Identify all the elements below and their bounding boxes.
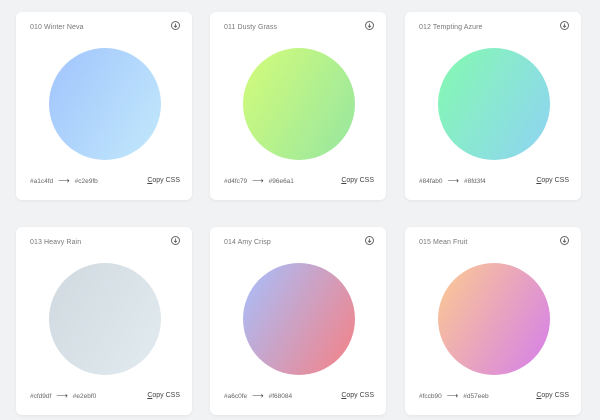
color-from: #84fab0 [419,177,443,185]
gradient-name: 010 Winter Neva [30,24,84,31]
download-icon[interactable] [171,21,180,30]
gradient-card: 014 Amy Crisp #a6c0fe ⟶ #f68084 Copy CSS [210,227,386,415]
gradient-card: 010 Winter Neva #a1c4fd ⟶ #c2e9fb Copy C… [16,12,192,200]
color-from: #d4fc79 [224,177,248,185]
arrow-right-icon: ⟶ [252,176,264,185]
gradient-card: 013 Heavy Rain #cfd9df ⟶ #e2ebf0 Copy CS… [16,227,192,415]
gradient-name: 011 Dusty Grass [224,24,278,31]
download-icon[interactable] [560,236,569,245]
color-codes: #cfd9df ⟶ #e2ebf0 [30,392,96,400]
gradient-preview[interactable] [49,263,161,375]
copy-css-button[interactable]: Copy CSS [341,392,374,399]
gradient-preview[interactable] [243,263,355,375]
gradient-card: 015 Mean Fruit #fccb90 ⟶ #d57eeb Copy CS… [405,227,581,415]
color-from: #a6c0fe [224,392,248,400]
copy-css-button[interactable]: Copy CSS [536,177,569,184]
gradient-card: 011 Dusty Grass #d4fc79 ⟶ #96e6a1 Copy C… [210,12,386,200]
gradient-name: 014 Amy Crisp [224,239,271,246]
download-icon[interactable] [560,21,569,30]
download-icon[interactable] [171,236,180,245]
arrow-right-icon: ⟶ [56,391,68,400]
copy-css-button[interactable]: Copy CSS [147,177,180,184]
color-codes: #fccb90 ⟶ #d57eeb [419,392,489,400]
gradient-preview[interactable] [243,48,355,160]
copy-css-button[interactable]: Copy CSS [147,392,180,399]
color-from: #fccb90 [419,392,442,400]
color-from: #a1c4fd [30,177,54,185]
color-to: #c2e9fb [74,177,98,185]
color-to: #f68084 [268,392,293,400]
color-codes: #84fab0 ⟶ #8fd3f4 [419,177,486,185]
color-to: #e2ebf0 [72,392,97,400]
gradient-name: 013 Heavy Rain [30,239,82,246]
color-to: #96e6a1 [268,177,294,185]
color-codes: #a1c4fd ⟶ #c2e9fb [30,177,98,185]
color-to: #d57eeb [463,392,489,400]
gradient-name: 015 Mean Fruit [419,239,468,246]
gradient-name: 012 Tempting Azure [419,24,483,31]
color-to: #8fd3f4 [463,177,486,185]
copy-css-button[interactable]: Copy CSS [341,177,374,184]
arrow-right-icon: ⟶ [58,176,70,185]
download-icon[interactable] [365,236,374,245]
gradient-card: 012 Tempting Azure #84fab0 ⟶ #8fd3f4 Cop… [405,12,581,200]
color-from: #cfd9df [30,392,52,400]
gradient-grid: 010 Winter Neva #a1c4fd ⟶ #c2e9fb Copy C… [0,0,600,420]
gradient-preview[interactable] [438,263,550,375]
copy-css-button[interactable]: Copy CSS [536,392,569,399]
arrow-right-icon: ⟶ [447,176,459,185]
arrow-right-icon: ⟶ [446,391,459,400]
gradient-preview[interactable] [438,48,550,160]
download-icon[interactable] [365,21,374,30]
color-codes: #d4fc79 ⟶ #96e6a1 [224,177,294,185]
gradient-preview[interactable] [49,48,161,160]
arrow-right-icon: ⟶ [252,391,264,400]
color-codes: #a6c0fe ⟶ #f68084 [224,392,292,400]
